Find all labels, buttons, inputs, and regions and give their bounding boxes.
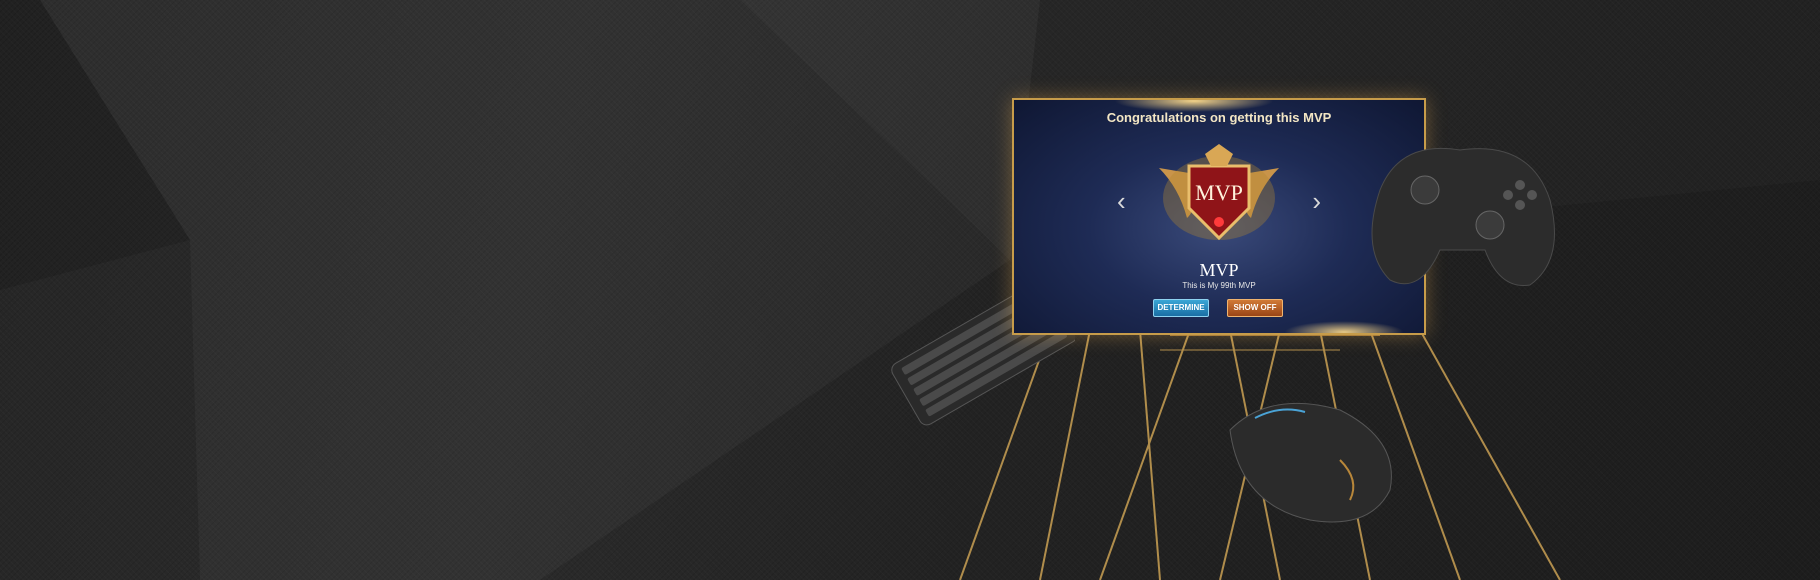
banner-stage: Congratulations on getting this MVP ‹ MV… bbox=[0, 0, 1820, 580]
light-flare bbox=[1284, 321, 1404, 333]
mvp-shield-icon: MVP bbox=[1159, 144, 1279, 241]
show-off-button[interactable]: SHOW OFF bbox=[1227, 299, 1283, 317]
determine-button[interactable]: DETERMINE bbox=[1153, 299, 1209, 317]
chevron-left-icon[interactable]: ‹ bbox=[1117, 188, 1126, 214]
emblem-text: MVP bbox=[1195, 180, 1243, 205]
mouse-icon bbox=[1229, 402, 1392, 523]
gamepad-icon bbox=[1371, 147, 1555, 287]
chevron-right-icon[interactable]: › bbox=[1312, 188, 1321, 214]
